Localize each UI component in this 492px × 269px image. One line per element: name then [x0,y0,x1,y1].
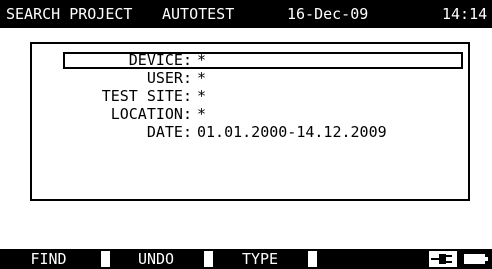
softkey-divider [204,251,213,267]
mode-label: AUTOTEST [162,5,235,23]
mains-plug-icon [429,251,457,267]
softkey-bar: FIND UNDO TYPE [0,249,492,269]
date-display: 16-Dec-09 [287,5,369,23]
filter-label: USER: [146,69,192,87]
filter-label: DEVICE: [128,51,192,69]
battery-icon [464,254,488,264]
title-bar: SEARCH PROJECT AUTOTEST 16-Dec-09 14:14 [0,0,492,28]
filter-row-location[interactable]: LOCATION: * [32,104,468,124]
filter-value[interactable]: 01.01.2000-14.12.2009 [197,122,387,142]
find-softkey[interactable]: FIND [0,249,97,269]
filter-row-date[interactable]: DATE: 01.01.2000-14.12.2009 [32,122,468,142]
filter-label: DATE: [146,123,192,141]
type-softkey[interactable]: TYPE [217,249,303,269]
search-filter-panel: DEVICE: * USER: * TEST SITE: * LOCATION:… [30,42,470,201]
screen-title: SEARCH PROJECT [6,5,133,23]
time-display: 14:14 [442,5,488,23]
filter-row-test-site[interactable]: TEST SITE: * [32,86,468,106]
filter-value[interactable]: * [197,50,206,70]
filter-value[interactable]: * [197,68,206,88]
filter-value[interactable]: * [197,104,206,124]
softkey-divider [308,251,317,267]
filter-row-user[interactable]: USER: * [32,68,468,88]
filter-label: TEST SITE: [101,87,192,105]
filter-row-device[interactable]: DEVICE: * [32,50,468,70]
filter-value[interactable]: * [197,86,206,106]
softkey-divider [101,251,110,267]
undo-softkey[interactable]: UNDO [113,249,199,269]
filter-label: LOCATION: [110,105,192,123]
